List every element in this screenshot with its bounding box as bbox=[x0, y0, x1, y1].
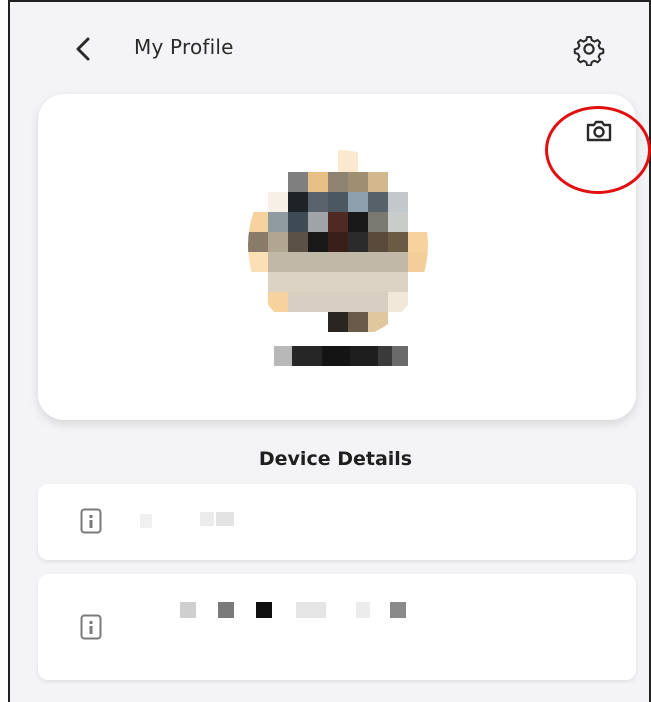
avatar[interactable] bbox=[248, 150, 428, 340]
redacted-text bbox=[256, 602, 272, 618]
redacted-text bbox=[390, 602, 406, 618]
change-photo-button[interactable] bbox=[582, 114, 616, 148]
page-title: My Profile bbox=[134, 35, 234, 59]
device-details-title: Device Details bbox=[258, 448, 413, 470]
redacted-text bbox=[216, 512, 234, 526]
app-frame: My Profile Device Details bbox=[8, 0, 651, 702]
redacted-text bbox=[180, 602, 196, 618]
info-device-icon bbox=[80, 614, 102, 640]
camera-icon bbox=[586, 120, 612, 142]
profile-card bbox=[38, 94, 651, 420]
device-item[interactable] bbox=[38, 484, 636, 560]
header: My Profile bbox=[10, 2, 649, 98]
settings-button[interactable] bbox=[572, 32, 606, 67]
redacted-text bbox=[200, 512, 214, 526]
redacted-text bbox=[140, 514, 152, 528]
back-button[interactable] bbox=[68, 32, 102, 66]
info-device-icon bbox=[80, 508, 102, 534]
redacted-text bbox=[296, 602, 326, 618]
device-item[interactable] bbox=[38, 574, 636, 680]
profile-name-redacted bbox=[274, 346, 408, 366]
chevron-left-icon bbox=[76, 37, 90, 61]
gear-icon bbox=[573, 35, 605, 67]
redacted-text bbox=[356, 602, 370, 618]
redacted-text bbox=[218, 602, 234, 618]
